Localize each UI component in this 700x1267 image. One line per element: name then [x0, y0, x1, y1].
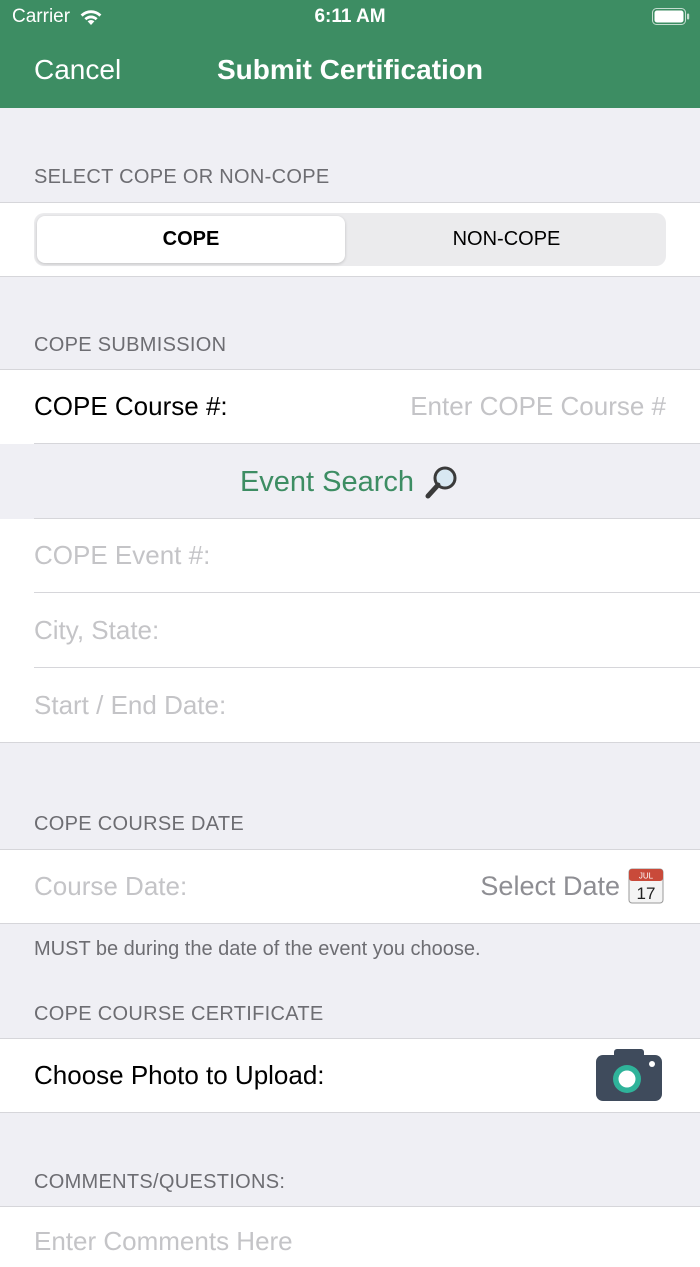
calendar-day: 17: [637, 884, 656, 903]
section-header-course-date: COPE COURSE DATE: [34, 813, 245, 835]
page-title: Submit Certification: [216, 54, 483, 85]
course-number-label: COPE Course #:: [34, 391, 228, 421]
segment-non-cope[interactable]: NON-COPE: [350, 216, 663, 263]
event-number-field: COPE Event #:: [34, 540, 211, 570]
status-time: 6:11 AM: [314, 6, 386, 27]
section-header-select: SELECT COPE OR NON-COPE: [34, 166, 330, 188]
comments-input[interactable]: Enter Comments Here: [34, 1226, 293, 1257]
city-state-field: City, State:: [34, 615, 160, 645]
photo-upload-label: Choose Photo to Upload:: [34, 1060, 325, 1090]
segment-cope[interactable]: COPE: [37, 216, 345, 263]
magnifier-icon: [425, 466, 457, 499]
section-header-comments: COMMENTS/QUESTIONS:: [34, 1171, 286, 1193]
divider: [34, 592, 700, 593]
divider: [34, 667, 700, 668]
event-search-label: Event Search: [239, 465, 415, 498]
event-search-button[interactable]: Event Search: [0, 464, 700, 500]
section-header-certificate: COPE COURSE CERTIFICATE: [34, 1003, 324, 1025]
divider: [34, 443, 700, 444]
calendar-icon[interactable]: JUL 17: [628, 868, 664, 904]
course-date-hint: MUST be during the date of the event you…: [34, 938, 481, 960]
battery-icon: [652, 8, 690, 25]
course-number-input[interactable]: Enter COPE Course #: [410, 391, 666, 422]
select-date-button[interactable]: Select Date: [480, 871, 620, 902]
navigation-bar: Carrier 6:11 AM Cancel Submit Certificat…: [0, 0, 700, 108]
start-end-date-field: Start / End Date:: [34, 690, 227, 720]
camera-icon[interactable]: [596, 1049, 662, 1101]
course-date-label: Course Date:: [34, 871, 188, 901]
cope-segmented-control: COPE NON-COPE: [34, 213, 666, 266]
calendar-month: JUL: [639, 872, 654, 881]
section-header-cope-submission: COPE SUBMISSION: [34, 334, 227, 356]
